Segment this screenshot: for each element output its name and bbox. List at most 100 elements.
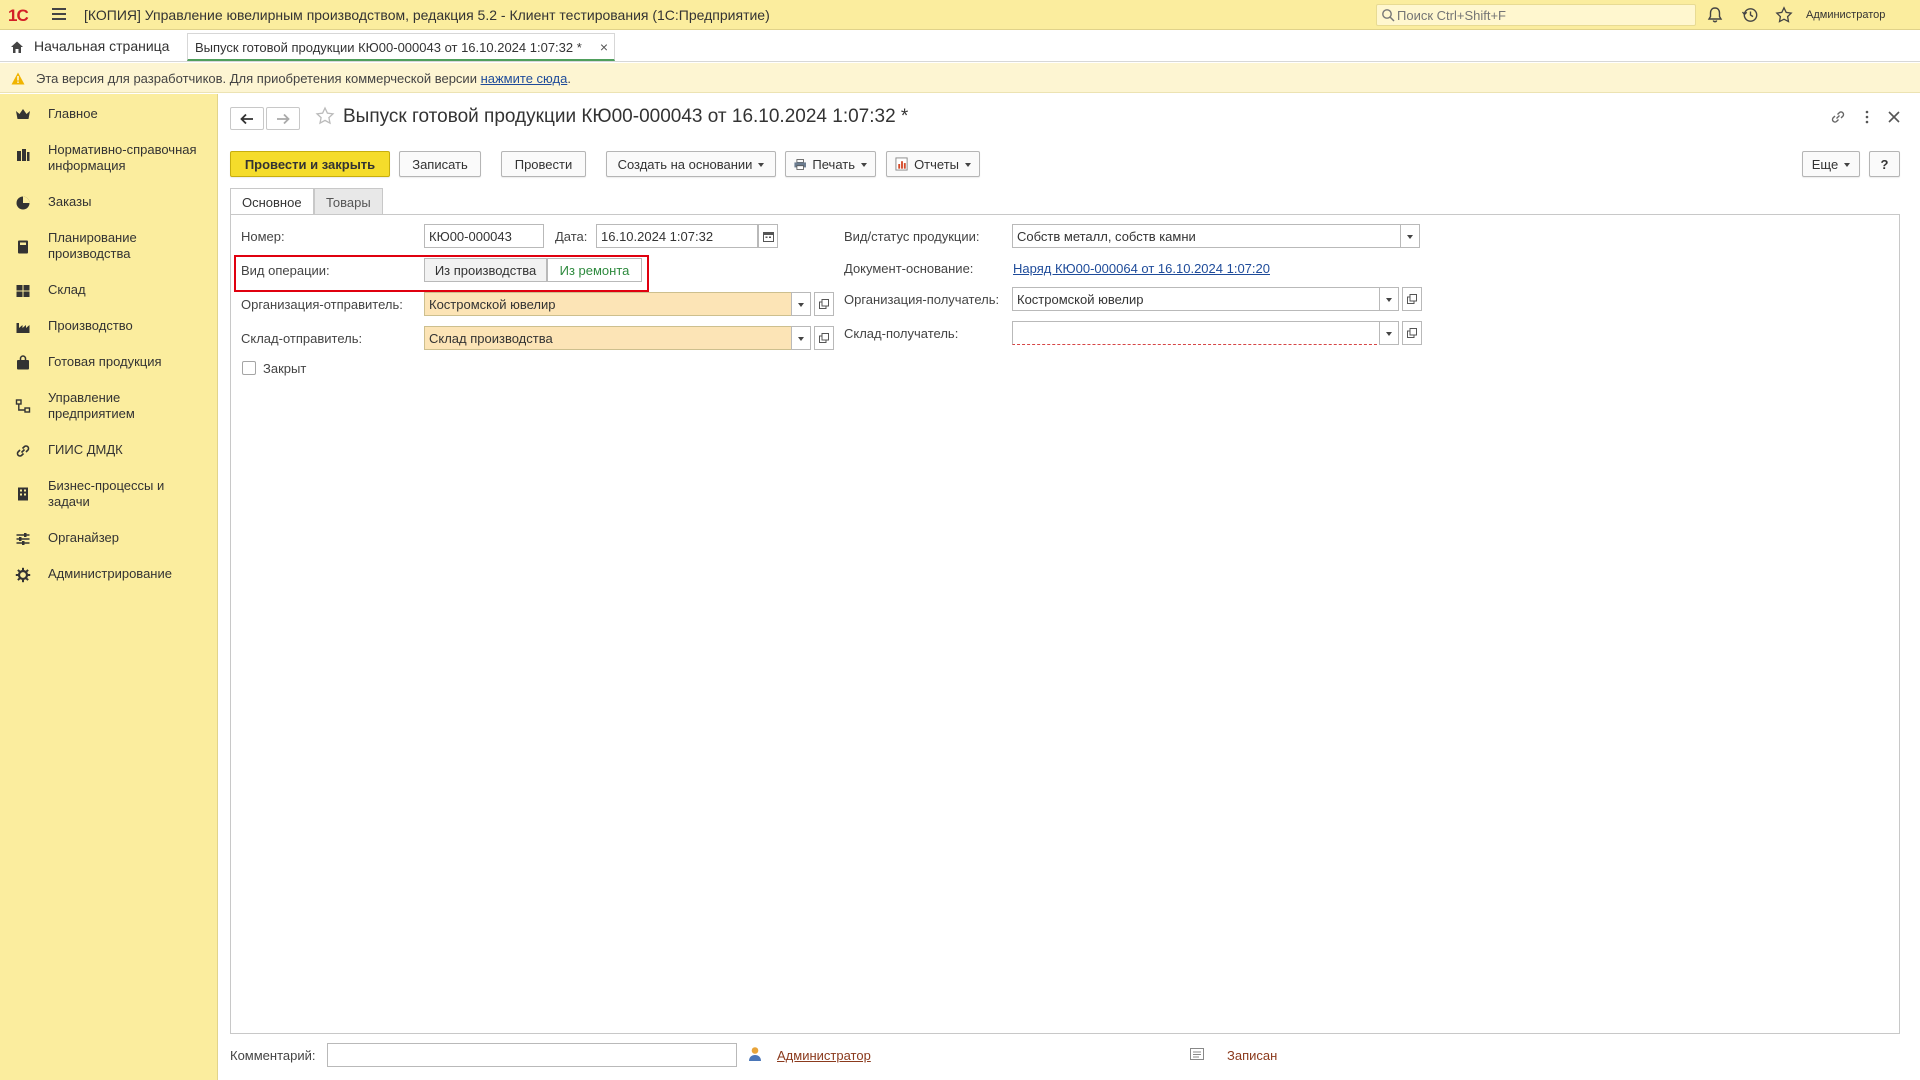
org-sender-open[interactable] — [814, 292, 834, 316]
create-based-button[interactable]: Создать на основании — [606, 151, 776, 177]
warning-text: Эта версия для разработчиков. Для приобр… — [36, 71, 481, 86]
sidebar-item-main[interactable]: Главное — [0, 106, 218, 122]
sidebar-item-label: Бизнес-процессы и задачи — [48, 478, 165, 509]
tab-main[interactable]: Основное — [230, 188, 314, 214]
sidebar-item-organizer[interactable]: Органайзер — [0, 530, 218, 546]
tab-home-label: Начальная страница — [34, 38, 170, 54]
more-button[interactable]: Еще — [1802, 151, 1860, 177]
sidebar-item-management[interactable]: Управление предприятием — [0, 390, 170, 422]
product-status-dropdown[interactable] — [1400, 224, 1420, 248]
open-icon — [819, 333, 829, 343]
factory-icon — [16, 323, 30, 333]
sidebar-item-admin[interactable]: Администрирование — [0, 566, 218, 583]
more-label: Еще — [1811, 156, 1839, 172]
sidebar-item-label: Органайзер — [48, 530, 119, 545]
sidebar-item-finished-goods[interactable]: Готовая продукция — [0, 354, 218, 370]
warehouse-receiver-dropdown[interactable] — [1379, 321, 1399, 345]
home-icon — [11, 41, 23, 53]
org-receiver-open[interactable] — [1402, 287, 1422, 311]
warehouse-sender-open[interactable] — [814, 326, 834, 350]
warehouse-receiver-label: Склад-получатель: — [844, 326, 959, 341]
open-icon — [1407, 328, 1417, 338]
org-receiver-dropdown[interactable] — [1379, 287, 1399, 311]
tab-goods[interactable]: Товары — [314, 188, 383, 214]
printer-icon — [794, 158, 806, 170]
date-field[interactable]: 16.10.2024 1:07:32 — [596, 224, 758, 248]
author-link[interactable]: Администратор — [777, 1048, 871, 1063]
menu-icon[interactable] — [52, 8, 66, 20]
org-icon — [15, 399, 31, 413]
tab-bar: Начальная страница Выпуск готовой продук… — [0, 31, 1920, 62]
search-icon — [1382, 9, 1395, 22]
save-button[interactable]: Записать — [399, 151, 481, 177]
org-sender-field[interactable]: Костромской ювелир — [424, 292, 794, 316]
print-button[interactable]: Печать — [785, 151, 876, 177]
closed-label: Закрыт — [263, 361, 307, 376]
org-receiver-field[interactable]: Костромской ювелир — [1012, 287, 1382, 311]
sidebar-item-label: Администрирование — [48, 566, 172, 581]
warning-bar: Эта версия для разработчиков. Для приобр… — [0, 63, 1920, 93]
sidebar-item-reference[interactable]: Нормативно-справочная информация — [0, 142, 210, 174]
sidebar-item-planning[interactable]: Планирование производства — [0, 230, 170, 262]
sidebar-item-label: Склад — [48, 282, 86, 297]
warehouse-sender-label: Склад-отправитель: — [241, 331, 363, 346]
chevron-down-icon — [861, 163, 867, 167]
chevron-down-icon — [798, 337, 804, 341]
arrow-right-icon — [277, 113, 290, 124]
document-icon — [1190, 1048, 1204, 1060]
post-button[interactable]: Провести — [501, 151, 586, 177]
sidebar-item-label: Главное — [48, 106, 98, 121]
sidebar: Главное Нормативно-справочная информация… — [0, 94, 218, 1080]
close-icon[interactable] — [1885, 108, 1903, 126]
closed-checkbox[interactable] — [242, 361, 256, 375]
date-label: Дата: — [555, 229, 588, 244]
sidebar-item-warehouse[interactable]: Склад — [0, 282, 218, 298]
buy-link[interactable]: нажмите сюда — [481, 71, 568, 86]
user-icon — [749, 1047, 761, 1061]
search-input[interactable] — [1397, 7, 1687, 23]
sidebar-item-orders[interactable]: Заказы — [0, 194, 218, 210]
sidebar-item-production[interactable]: Производство — [0, 318, 218, 334]
org-sender-label: Организация-отправитель: — [241, 297, 403, 312]
operation-option-production[interactable]: Из производства — [424, 258, 547, 282]
link-icon[interactable] — [1829, 108, 1847, 126]
calendar-button[interactable] — [758, 224, 778, 248]
help-button[interactable]: ? — [1869, 151, 1900, 177]
org-sender-dropdown[interactable] — [791, 292, 811, 316]
favorites-icon[interactable] — [1775, 6, 1793, 24]
tab-document[interactable]: Выпуск готовой продукции КЮ00-000043 от … — [187, 33, 615, 61]
app-title: [КОПИЯ] Управление ювелирным производств… — [84, 7, 770, 23]
page-title: Выпуск готовой продукции КЮ00-000043 от … — [343, 106, 909, 127]
forward-button[interactable] — [266, 107, 300, 130]
tab-home[interactable]: Начальная страница — [0, 31, 179, 61]
history-icon[interactable] — [1741, 6, 1759, 24]
operation-label: Вид операции: — [241, 263, 330, 278]
status-text: Записан — [1227, 1048, 1278, 1063]
bag-icon — [17, 355, 29, 370]
warehouse-sender-field[interactable]: Склад производства — [424, 326, 794, 350]
product-status-field[interactable]: Собств металл, собств камни — [1012, 224, 1402, 248]
number-field[interactable]: КЮ00-000043 — [424, 224, 544, 248]
sidebar-item-giis[interactable]: ГИИС ДМДК — [0, 442, 218, 458]
search-box[interactable] — [1376, 4, 1696, 26]
org-receiver-label: Организация-получатель: — [844, 292, 1000, 307]
bell-icon[interactable] — [1706, 6, 1724, 24]
warehouse-sender-dropdown[interactable] — [791, 326, 811, 350]
base-doc-link[interactable]: Наряд КЮ00-000064 от 16.10.2024 1:07:20 — [1013, 261, 1270, 276]
back-button[interactable] — [230, 107, 264, 130]
sidebar-item-bp[interactable]: Бизнес-процессы и задачи — [0, 478, 170, 510]
sidebar-item-label: Готовая продукция — [48, 354, 162, 369]
arrow-left-icon — [240, 113, 253, 124]
star-icon[interactable] — [315, 106, 335, 126]
sidebar-item-label: Планирование производства — [48, 230, 137, 261]
user-name[interactable]: Администратор — [1806, 9, 1885, 21]
open-icon — [1407, 294, 1417, 304]
comment-field[interactable] — [327, 1043, 737, 1067]
reports-button[interactable]: Отчеты — [886, 151, 980, 177]
operation-option-repair[interactable]: Из ремонта — [547, 258, 642, 282]
post-and-close-button[interactable]: Провести и закрыть — [230, 151, 390, 177]
close-icon[interactable]: × — [600, 39, 608, 55]
warehouse-receiver-open[interactable] — [1402, 321, 1422, 345]
more-vertical-icon[interactable] — [1858, 108, 1876, 126]
warehouse-receiver-field[interactable] — [1012, 321, 1382, 345]
